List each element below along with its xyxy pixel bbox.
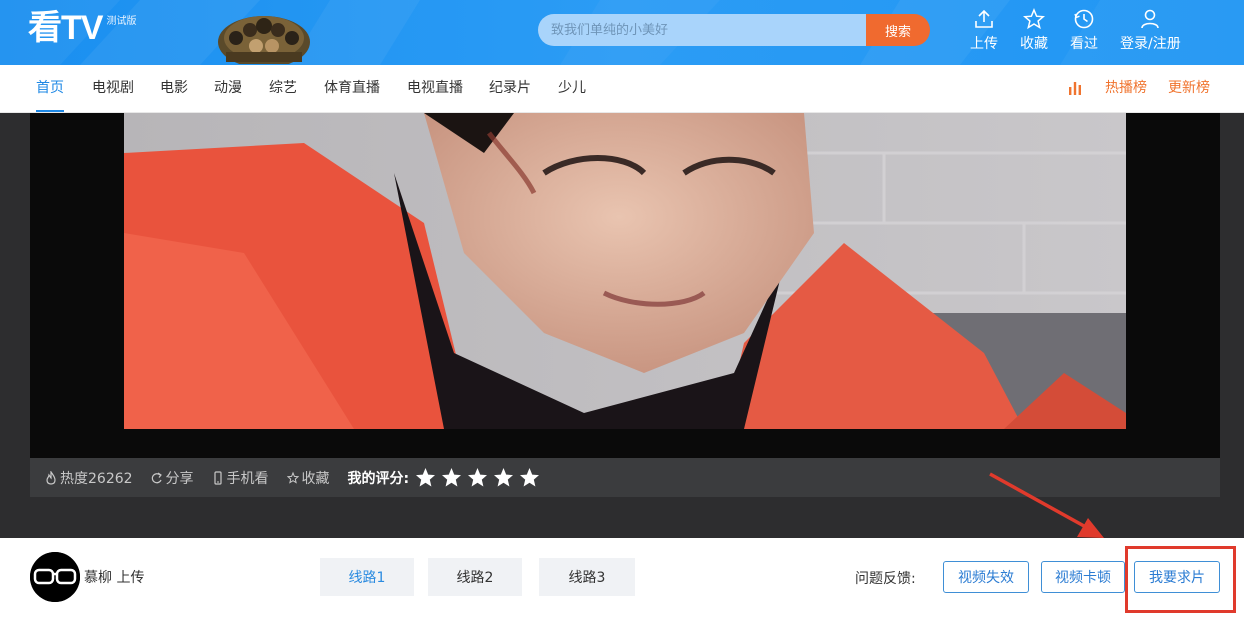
heat-count: 热度26262 xyxy=(60,470,133,487)
logo-text: 看TV xyxy=(28,9,103,47)
annotation-highlight-box xyxy=(1125,546,1236,613)
history-button[interactable]: 看过 xyxy=(1070,8,1098,53)
user-icon xyxy=(1141,9,1160,29)
uploader-name[interactable]: 慕柳 xyxy=(84,570,112,586)
sunglasses-icon xyxy=(30,552,80,602)
nav-anime[interactable]: 动漫 xyxy=(214,65,242,112)
nav-tv-live[interactable]: 电视直播 xyxy=(407,65,463,112)
login-register-button[interactable]: 登录/注册 xyxy=(1120,8,1181,53)
beta-badge: 测试版 xyxy=(106,16,137,27)
favorites-label: 收藏 xyxy=(1020,36,1048,52)
favorites-button[interactable]: 收藏 xyxy=(1020,8,1048,53)
video-lag-button[interactable]: 视频卡顿 xyxy=(1041,561,1125,593)
rating-star-1[interactable] xyxy=(415,467,436,488)
rating-label: 我的评分: xyxy=(347,470,410,487)
mobile-watch-button[interactable]: 手机看 xyxy=(212,468,269,488)
uploader-suffix: 上传 xyxy=(116,570,145,586)
mobile-watch-label: 手机看 xyxy=(226,470,269,487)
history-icon xyxy=(1074,9,1094,29)
line-2-button[interactable]: 线路2 xyxy=(428,558,522,596)
nav-sports-live[interactable]: 体育直播 xyxy=(324,65,380,112)
history-label: 看过 xyxy=(1070,36,1098,52)
bar-chart-icon xyxy=(1069,82,1081,95)
favorite-label: 收藏 xyxy=(301,470,330,487)
header-actions: 上传 收藏 看过 登录/注册 xyxy=(970,8,1203,53)
rating-star-3[interactable] xyxy=(467,467,488,488)
player-area: 热度26262 分享 手机看 收藏 我的评分: xyxy=(0,113,1244,538)
nav-tv-series[interactable]: 电视剧 xyxy=(92,65,134,112)
rating-star-4[interactable] xyxy=(493,467,514,488)
promo-poster-image[interactable] xyxy=(216,8,312,64)
star-outline-icon xyxy=(286,471,299,484)
star-icon xyxy=(1023,8,1045,30)
rating-star-5[interactable] xyxy=(519,467,540,488)
search-button[interactable]: 搜索 xyxy=(866,14,930,46)
phone-icon xyxy=(213,470,222,485)
main-nav: 首页 电视剧 电影 动漫 综艺 体育直播 电视直播 纪录片 少儿 热播榜 更新榜 xyxy=(0,65,1244,113)
video-invalid-button[interactable]: 视频失效 xyxy=(943,561,1029,593)
upload-button[interactable]: 上传 xyxy=(970,8,998,53)
search-input[interactable] xyxy=(538,14,868,46)
heat-indicator: 热度26262 xyxy=(45,468,133,488)
flame-icon xyxy=(46,470,56,485)
share-icon xyxy=(151,472,162,483)
rating-star-2[interactable] xyxy=(441,467,462,488)
share-label: 分享 xyxy=(165,470,194,487)
uploader-avatar[interactable] xyxy=(30,552,80,602)
uploader-info: 慕柳 上传 xyxy=(84,567,144,587)
hot-ranking-link[interactable]: 热播榜 xyxy=(1105,65,1147,112)
site-logo[interactable]: 看TV 测试版 xyxy=(28,6,136,52)
line-3-button[interactable]: 线路3 xyxy=(539,558,635,596)
nav-home[interactable]: 首页 xyxy=(36,65,64,112)
favorite-button[interactable]: 收藏 xyxy=(286,468,330,488)
video-frame[interactable] xyxy=(124,113,1126,429)
nav-variety[interactable]: 综艺 xyxy=(269,65,297,112)
feedback-label: 问题反馈: xyxy=(855,571,916,587)
nav-movies[interactable]: 电影 xyxy=(160,65,188,112)
nav-kids[interactable]: 少儿 xyxy=(558,65,586,112)
update-ranking-link[interactable]: 更新榜 xyxy=(1168,65,1210,112)
search-box xyxy=(538,14,868,46)
line-1-button[interactable]: 线路1 xyxy=(320,558,414,596)
top-header: 看TV 测试版 搜索 上传 xyxy=(0,0,1244,65)
source-bar: 慕柳 上传 线路1 线路2 线路3 问题反馈: 视频失效 视频卡顿 我要求片 xyxy=(0,538,1244,637)
upload-icon xyxy=(975,9,993,28)
nav-documentary[interactable]: 纪录片 xyxy=(489,65,531,112)
upload-label: 上传 xyxy=(970,36,998,52)
login-register-label: 登录/注册 xyxy=(1120,36,1181,52)
page: 看TV 测试版 搜索 上传 xyxy=(0,0,1244,637)
video-player[interactable] xyxy=(30,113,1220,458)
share-button[interactable]: 分享 xyxy=(151,468,194,488)
video-info-bar: 热度26262 分享 手机看 收藏 我的评分: xyxy=(30,458,1220,497)
